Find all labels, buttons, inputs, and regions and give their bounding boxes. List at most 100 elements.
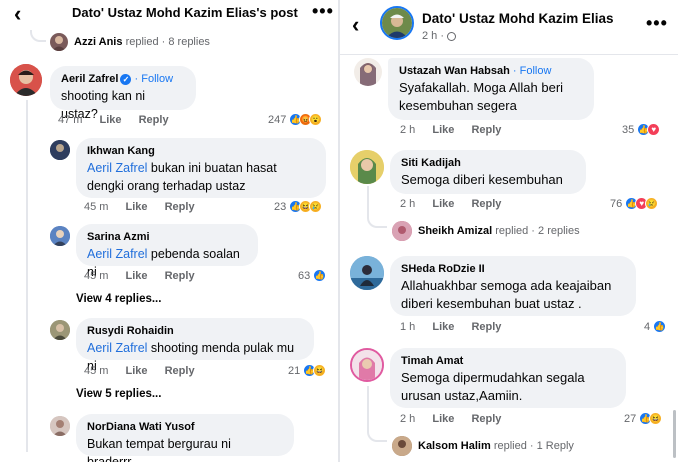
reply-summary[interactable]: Sheikh Amizal replied · 2 replies: [418, 225, 580, 237]
comment-time: 2 h: [400, 198, 416, 210]
reaction-count: 247: [268, 113, 287, 126]
mention-link[interactable]: Aeril Zafrel: [87, 341, 147, 355]
avatar[interactable]: [392, 221, 412, 241]
comment-bubble: SHeda RoDzie II Allahuakhbar semoga ada …: [390, 256, 636, 316]
reply-summary[interactable]: Kalsom Halim replied · 1 Reply: [418, 440, 574, 452]
view-replies-link[interactable]: View 5 replies...: [76, 388, 161, 400]
reply-text: Bukan tempat bergurau ni braderrr..: [87, 437, 231, 462]
haha-reaction-icon: 😆: [313, 364, 327, 377]
comment-actions: 2 h Like Reply: [400, 413, 515, 425]
comment-author[interactable]: Aeril Zafrel ✓ · Follow: [61, 73, 185, 85]
thread-connector: [30, 30, 46, 42]
reply-summary-name: Kalsom Halim: [418, 440, 491, 452]
avatar[interactable]: [50, 226, 70, 246]
reply-author[interactable]: Sarina Azmi: [87, 231, 247, 243]
comment-author[interactable]: Timah Amat: [401, 355, 615, 367]
reply-button[interactable]: Reply: [165, 201, 195, 213]
reply-button[interactable]: Reply: [471, 413, 501, 425]
page-avatar[interactable]: [380, 6, 414, 40]
comment-time: 2 h: [400, 413, 416, 425]
reply-bubble: Ikhwan Kang Aeril Zafrel bukan ini buata…: [76, 138, 326, 198]
reaction-summary[interactable]: 76 👍 ♥ 😢: [610, 197, 659, 210]
comment-author[interactable]: SHeda RoDzie II: [401, 263, 625, 275]
avatar[interactable]: [350, 348, 384, 382]
page-title[interactable]: Dato' Ustaz Mohd Kazim Elias: [422, 11, 614, 26]
comment-time: 2 h: [400, 124, 416, 136]
reply-author[interactable]: NorDiana Wati Yusof: [87, 421, 283, 433]
reaction-summary[interactable]: 21 👍 😆: [288, 364, 327, 377]
comment-actions: 47 m Like Reply: [58, 114, 183, 126]
follow-link[interactable]: Follow: [520, 65, 552, 77]
reply-actions: 45 m Like Reply: [84, 270, 209, 282]
reply-summary-name: Sheikh Amizal: [418, 225, 493, 237]
reaction-summary[interactable]: 4 👍: [644, 320, 667, 333]
avatar[interactable]: [350, 150, 384, 184]
reaction-summary[interactable]: 247 👍 😡 😮: [268, 113, 323, 126]
comment-author[interactable]: Siti Kadijah: [401, 157, 575, 169]
avatar[interactable]: [50, 416, 70, 436]
reaction-count: 63: [298, 269, 311, 282]
like-button[interactable]: Like: [432, 321, 454, 333]
reaction-summary[interactable]: 23 👍 😆 😢: [274, 200, 323, 213]
back-arrow-icon[interactable]: ‹: [352, 14, 359, 36]
reply-text: Aeril Zafrel bukan ini buatan hasat deng…: [87, 161, 277, 193]
reply-button[interactable]: Reply: [471, 198, 501, 210]
reaction-summary[interactable]: 35 👍 ♥: [622, 123, 661, 136]
avatar[interactable]: [10, 64, 42, 96]
like-button[interactable]: Like: [432, 198, 454, 210]
reply-summary[interactable]: Azzi Anis replied · 8 replies: [74, 36, 210, 48]
reply-author[interactable]: Ikhwan Kang: [87, 145, 315, 157]
reply-button[interactable]: Reply: [165, 365, 195, 377]
more-options-icon[interactable]: •••: [312, 2, 334, 20]
sad-reaction-icon: 😢: [309, 200, 323, 213]
view-replies-link[interactable]: View 4 replies...: [76, 293, 161, 305]
reply-button[interactable]: Reply: [471, 124, 501, 136]
mention-link[interactable]: Aeril Zafrel: [87, 161, 147, 175]
scrollbar[interactable]: [673, 410, 676, 458]
avatar[interactable]: [354, 58, 382, 86]
reply-author[interactable]: Rusydi Rohaidin: [87, 325, 303, 337]
mention-link[interactable]: Aeril Zafrel: [87, 247, 147, 261]
header-divider: [340, 54, 678, 55]
reaction-count: 76: [610, 197, 623, 210]
globe-icon: [447, 31, 457, 41]
avatar[interactable]: [50, 320, 70, 340]
more-options-icon[interactable]: •••: [646, 14, 668, 32]
reply-button[interactable]: Reply: [165, 270, 195, 282]
comment-time: 47 m: [58, 114, 83, 126]
separator: ·: [512, 65, 517, 77]
follow-link[interactable]: Follow: [141, 73, 173, 85]
right-screenshot: ‹ Dato' Ustaz Mohd Kazim Elias 2 h · •••…: [340, 0, 678, 462]
haha-reaction-icon: 😆: [649, 412, 663, 425]
like-button[interactable]: Like: [126, 365, 148, 377]
reply-button[interactable]: Reply: [471, 321, 501, 333]
like-button[interactable]: Like: [100, 114, 122, 126]
reply-bubble: NorDiana Wati Yusof Bukan tempat bergura…: [76, 414, 294, 462]
reaction-summary[interactable]: 27 👍 😆: [624, 412, 663, 425]
comment-author[interactable]: Ustazah Wan Habsah · Follow: [399, 65, 583, 77]
comment-bubble: Ustazah Wan Habsah · Follow Syafakallah.…: [388, 58, 594, 120]
avatar[interactable]: [392, 436, 412, 456]
post-time: 2 h ·: [422, 30, 457, 42]
reaction-summary[interactable]: 63 👍: [298, 269, 327, 282]
like-button[interactable]: Like: [126, 270, 148, 282]
sad-reaction-icon: 😢: [645, 197, 659, 210]
back-arrow-icon[interactable]: ‹: [14, 3, 21, 25]
avatar[interactable]: [50, 140, 70, 160]
like-button[interactable]: Like: [126, 201, 148, 213]
like-button[interactable]: Like: [432, 413, 454, 425]
post-title: Dato' Ustaz Mohd Kazim Elias's post: [72, 5, 298, 20]
reply-time: 45 m: [84, 365, 109, 377]
reaction-count: 23: [274, 200, 287, 213]
reaction-count: 27: [624, 412, 637, 425]
verified-badge-icon: ✓: [120, 73, 132, 85]
thread-line: [26, 100, 28, 452]
avatar[interactable]: [50, 33, 68, 51]
reply-bubble: Sarina Azmi Aeril Zafrel pebenda soalan …: [76, 224, 258, 279]
reply-button[interactable]: Reply: [139, 114, 169, 126]
comment-text: Semoga diberi kesembuhan: [401, 172, 563, 187]
avatar[interactable]: [350, 256, 384, 290]
reply-bubble: Rusydi Rohaidin Aeril Zafrel shooting me…: [76, 318, 314, 373]
thread-line: [367, 186, 369, 212]
like-button[interactable]: Like: [432, 124, 454, 136]
